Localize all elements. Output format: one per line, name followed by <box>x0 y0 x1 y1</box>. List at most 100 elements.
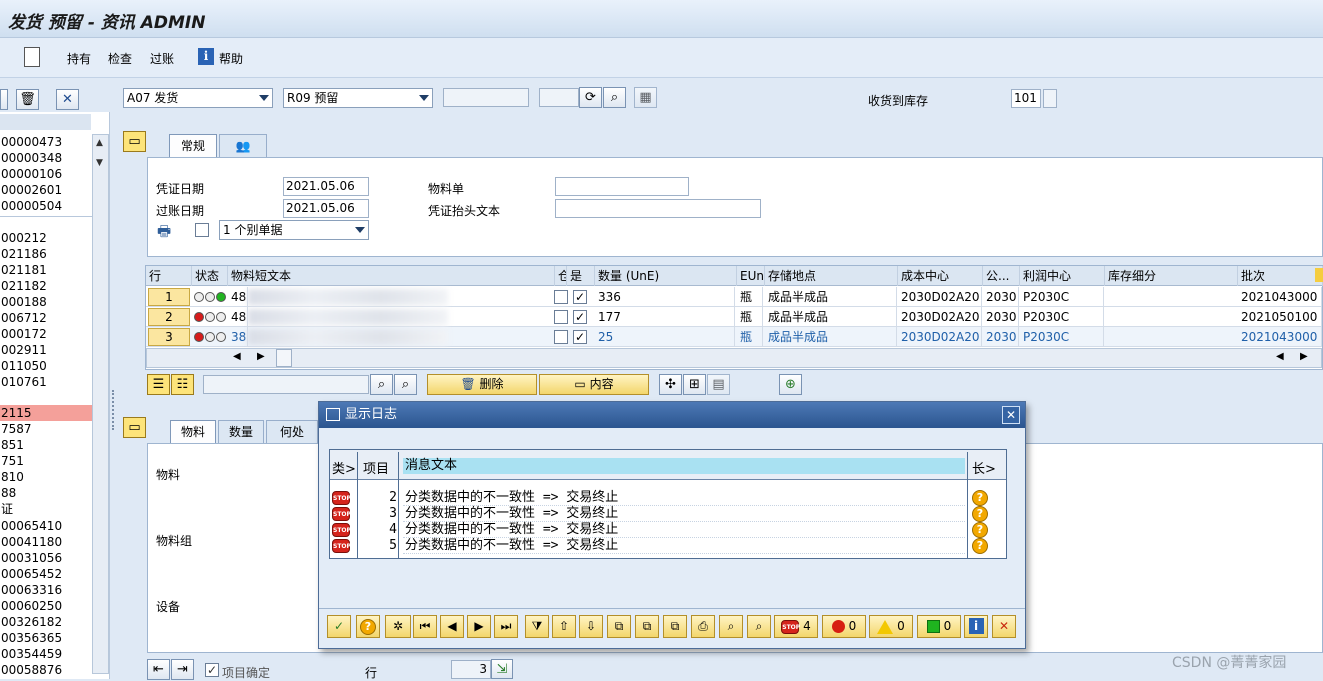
column-header[interactable]: 库存细分 <box>1105 266 1238 286</box>
help-question-icon[interactable]: ? <box>356 615 380 638</box>
find-icon[interactable]: ⌕ <box>370 374 393 395</box>
table-cell-mat[interactable]: 48 <box>228 287 248 307</box>
sort-desc-icon[interactable]: ⇩ <box>579 615 603 638</box>
disabled-tool-icon[interactable]: ▤ <box>707 374 730 395</box>
table-cell-co[interactable]: 2030 <box>983 287 1019 307</box>
table-cell-cc[interactable]: 2030D02A20 <box>898 327 982 347</box>
menu-post[interactable]: 过账 <box>150 50 174 67</box>
close-panel-button[interactable]: ✕ <box>56 89 79 110</box>
execute-icon[interactable]: ⟳ <box>579 87 602 108</box>
print-checkbox[interactable] <box>195 223 209 237</box>
sort-asc-icon[interactable]: ⇧ <box>552 615 576 638</box>
log-message-text[interactable]: 分类数据中的不一致性 => 交易终止 <box>403 538 965 554</box>
column-header[interactable]: 状态 <box>192 266 228 286</box>
menu-check[interactable]: 检查 <box>108 50 132 67</box>
row-selector[interactable]: 3 <box>148 328 190 346</box>
worklist-item[interactable]: 021181 <box>0 262 92 278</box>
reference-number-field[interactable] <box>443 88 529 107</box>
row-checkbox-checked[interactable]: ✓ <box>573 310 587 324</box>
filter-icon[interactable]: ⧩ <box>525 615 549 638</box>
menu-hold[interactable]: 持有 <box>67 50 91 67</box>
table-cell-co[interactable]: 2030 <box>983 327 1019 347</box>
next-page-icon[interactable]: ▶ <box>467 615 491 638</box>
tab-partner[interactable]: 👥 <box>219 134 267 158</box>
table-cell-mat[interactable]: 48 <box>228 307 248 327</box>
scroll-thumb[interactable] <box>276 349 292 367</box>
worklist-item[interactable]: 021186 <box>0 246 92 262</box>
table-cell-cc[interactable]: 2030D02A20 <box>898 287 982 307</box>
scroll-left-end-icon[interactable]: ◀ <box>1276 351 1284 362</box>
table-cell-mat[interactable]: 38 <box>228 327 248 347</box>
long-text-icon[interactable]: ? <box>972 506 988 522</box>
doc-date-field[interactable]: 2021.05.06 <box>283 177 369 196</box>
worklist-item[interactable]: 00002601 <box>0 182 92 198</box>
worklist-item[interactable]: 810 <box>0 469 92 485</box>
print-option-select[interactable]: 1 个别单据 <box>219 220 369 240</box>
post-date-field[interactable]: 2021.05.06 <box>283 199 369 218</box>
worklist-item[interactable]: 000212 <box>0 230 92 246</box>
movement-code-field[interactable]: 101 <box>1011 89 1041 108</box>
column-settings-icon[interactable] <box>1315 268 1323 282</box>
go-to-line-icon[interactable]: ⇲ <box>491 659 513 679</box>
log-message-text[interactable]: 分类数据中的不一致性 => 交易终止 <box>403 522 965 538</box>
reference-select[interactable]: R09 预留 <box>283 88 433 108</box>
binoculars-icon[interactable]: ⌕ <box>603 87 626 108</box>
warning-count-button[interactable]: 0 <box>869 615 913 638</box>
printer-icon[interactable]: 🖶 <box>157 221 177 240</box>
scroll-left-icon[interactable]: ◀ <box>233 351 241 362</box>
scroll-up-icon[interactable]: ▲ <box>96 138 103 148</box>
column-header[interactable]: 是 <box>567 266 595 286</box>
table-cell-sloc[interactable]: 成品半成品 <box>765 307 897 327</box>
table-cell-unit[interactable]: 瓶 <box>737 327 763 347</box>
tab-material[interactable]: 物料 <box>170 420 216 444</box>
next-item-icon[interactable]: ⇥ <box>171 659 194 680</box>
collapse-header-icon[interactable]: ▭ <box>123 131 146 152</box>
info-icon-button[interactable]: i <box>964 615 988 638</box>
worklist-item[interactable]: 000188 <box>0 294 92 310</box>
table-cell-batch[interactable]: 2021043000 <box>1238 287 1322 307</box>
worklist-item[interactable]: 002911 <box>0 342 92 358</box>
first-page-icon[interactable]: ⏮ <box>413 615 437 638</box>
table-cell-cc[interactable]: 2030D02A20 <box>898 307 982 327</box>
search-icon[interactable]: ⌕ <box>719 615 743 638</box>
log-col-long[interactable]: 长> <box>972 458 996 477</box>
scroll-down-icon[interactable]: ▼ <box>96 158 103 168</box>
reference-extra-field[interactable] <box>539 88 579 107</box>
worklist-item[interactable]: 2115 <box>0 405 92 421</box>
error-count-button[interactable]: 0 <box>822 615 866 638</box>
long-text-icon[interactable]: ? <box>972 490 988 506</box>
content-button[interactable]: ▭ 内容 <box>539 374 649 395</box>
scroll-right-end-icon[interactable]: ▶ <box>1300 351 1308 362</box>
last-page-icon[interactable]: ⏭ <box>494 615 518 638</box>
layout-icon-3[interactable]: ⧉ <box>663 615 687 638</box>
deselect-all-icon[interactable]: ☷ <box>171 374 194 395</box>
table-cell-qty[interactable]: 336 <box>595 287 735 307</box>
table-cell-sloc[interactable]: 成品半成品 <box>765 287 897 307</box>
worklist-item[interactable]: 011050 <box>0 358 92 374</box>
dialog-close-button[interactable]: ✕ <box>1002 406 1020 424</box>
worklist-item[interactable]: 851 <box>0 437 92 453</box>
line-field[interactable]: 3 <box>451 660 491 679</box>
trash-button[interactable]: 🗑 <box>16 89 39 110</box>
table-cell-unit[interactable]: 瓶 <box>737 287 763 307</box>
column-header[interactable]: 存储地点 <box>765 266 898 286</box>
worklist-item[interactable]: 00041180 <box>0 534 92 550</box>
row-checkbox[interactable] <box>554 310 568 324</box>
scroll-right-icon[interactable]: ▶ <box>257 351 265 362</box>
details-icon[interactable]: ✲ <box>385 615 411 638</box>
layout-icon-1[interactable]: ⧉ <box>607 615 631 638</box>
collapse-detail-icon[interactable]: ▭ <box>123 417 146 438</box>
worklist-item[interactable]: 00000473 <box>0 134 92 150</box>
worklist-item[interactable]: 00060250 <box>0 598 92 614</box>
left-scrollbar[interactable] <box>92 134 109 674</box>
column-header[interactable]: EUn <box>737 266 765 286</box>
worklist-item[interactable]: 010761 <box>0 374 92 390</box>
column-header[interactable]: 公... <box>983 266 1020 286</box>
table-cell-batch[interactable]: 2021043000 <box>1238 327 1322 347</box>
worklist-item[interactable]: 00000106 <box>0 166 92 182</box>
prev-page-icon[interactable]: ◀ <box>440 615 464 638</box>
confirm-icon[interactable]: ✓ <box>327 615 351 638</box>
layout-icon-2[interactable]: ⧉ <box>635 615 659 638</box>
column-header[interactable]: 批次 <box>1238 266 1323 286</box>
worklist-item[interactable]: 021182 <box>0 278 92 294</box>
